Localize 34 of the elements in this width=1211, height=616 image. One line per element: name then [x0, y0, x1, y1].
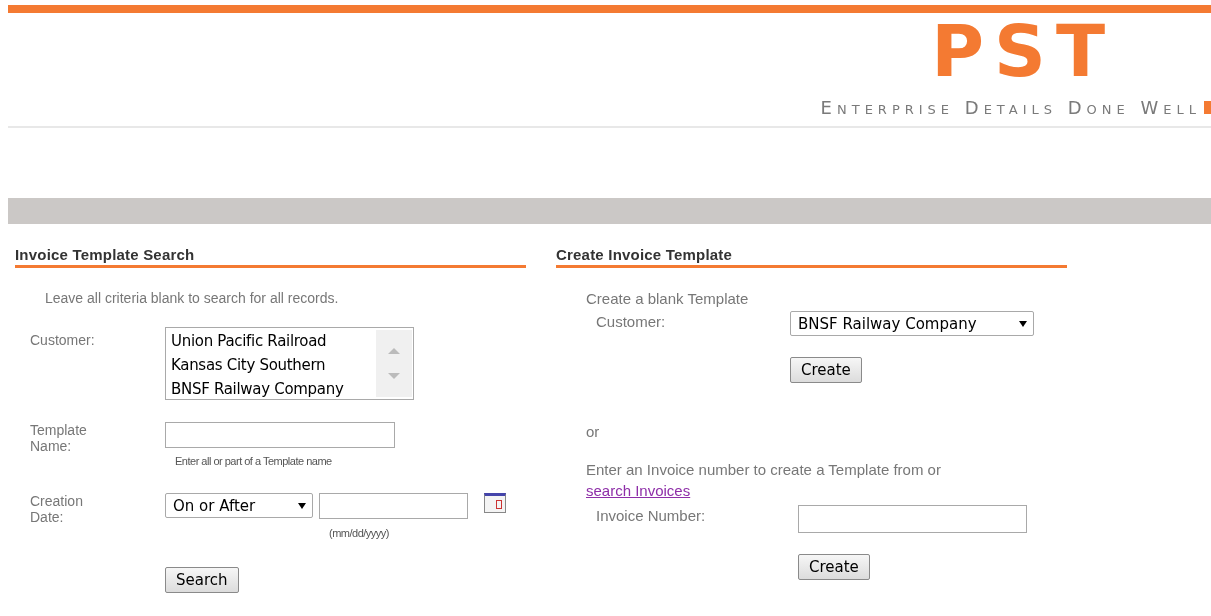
date-field[interactable] — [319, 493, 468, 519]
section-title: Invoice Template Search — [15, 244, 526, 268]
intro-text: Enter an Invoice number to create a Template from or — [586, 461, 941, 478]
help-text: (mm/dd/yyyy) — [329, 527, 390, 539]
list-option[interactable]: BNSF Railway Company — [171, 377, 376, 401]
intro-text: Create a blank Template — [586, 290, 750, 307]
invoice-number-field[interactable] — [798, 505, 1027, 533]
square-icon — [1204, 101, 1211, 114]
help-text: Enter all or part of a Template name — [175, 455, 333, 467]
customer-listbox[interactable]: Union Pacific Railroad Kansas City Southern BNSF Railway Company — [165, 327, 414, 400]
list-option[interactable]: Kansas City Southern — [171, 353, 376, 377]
customer-dropdown[interactable]: BNSF Railway Company — [790, 311, 1034, 336]
create-button[interactable]: Create — [798, 554, 870, 580]
create-button[interactable]: Create — [790, 357, 862, 383]
search-invoices-link[interactable]: search Invoices — [586, 482, 691, 499]
caret-icon — [298, 502, 306, 509]
tagline: Enterprise Details Done Well — [820, 97, 1201, 118]
scroll-up-icon[interactable] — [388, 347, 400, 354]
scroll-down-icon[interactable] — [388, 373, 400, 380]
logo: PST — [931, 15, 1115, 87]
field-label: Creation Date: — [30, 493, 84, 527]
search-button[interactable]: Search — [165, 567, 239, 593]
section-title: Create Invoice Template — [556, 244, 1067, 268]
field-label: Template Name: — [30, 422, 88, 456]
hint-text: Leave all criteria blank to search for all records. — [45, 290, 340, 306]
template-name-field[interactable] — [165, 422, 395, 448]
field-label: Customer: — [596, 312, 667, 330]
caret-icon — [1019, 320, 1027, 327]
field-label: Invoice Number: — [596, 506, 707, 524]
calendar-icon[interactable] — [484, 493, 506, 513]
or-text: or — [586, 423, 601, 440]
list-option[interactable]: Union Pacific Railroad — [171, 329, 376, 353]
field-label: Customer: — [30, 332, 96, 350]
date-operator-dropdown[interactable]: On or After — [165, 493, 313, 518]
